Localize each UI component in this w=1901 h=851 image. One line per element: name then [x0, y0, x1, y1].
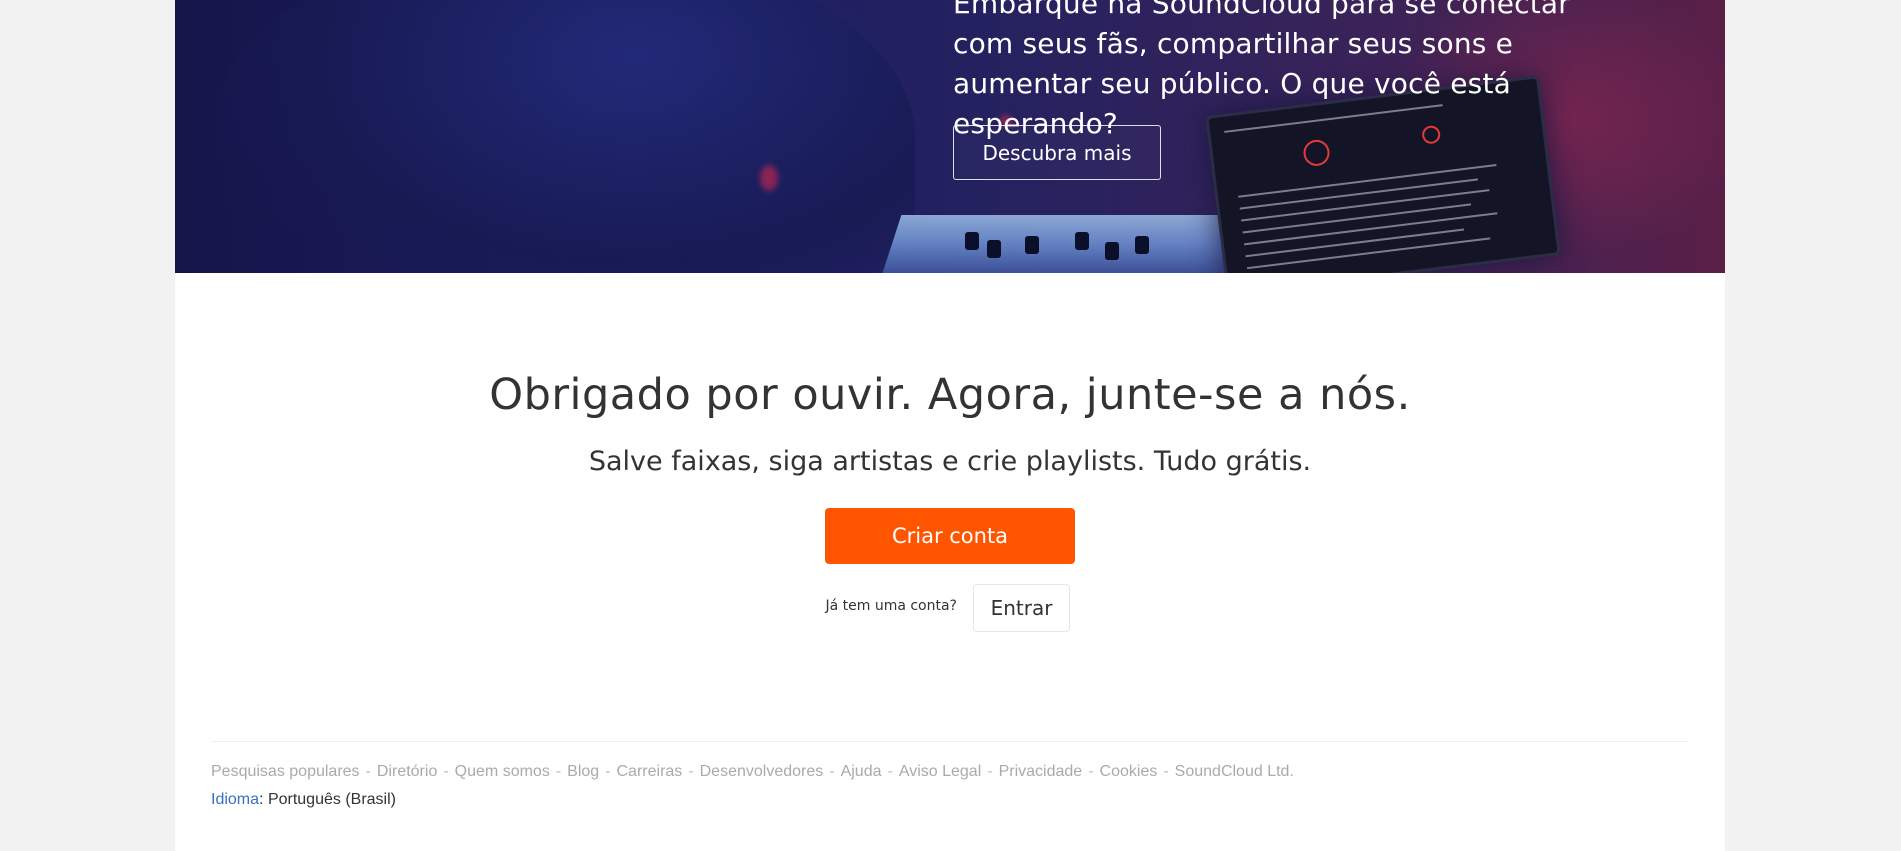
footer-separator: -: [443, 763, 449, 780]
language-value[interactable]: Português (Brasil): [268, 791, 396, 808]
signup-subtitle: Salve faixas, siga artistas e crie playl…: [588, 446, 1312, 477]
footer-link-popular-searches[interactable]: Pesquisas populares: [211, 763, 360, 780]
footer-separator: -: [605, 763, 611, 780]
footer-link-imprint[interactable]: SoundCloud Ltd.: [1175, 763, 1294, 780]
create-account-button[interactable]: Criar conta: [825, 508, 1075, 564]
footer-link-about-us[interactable]: Quem somos: [455, 763, 550, 780]
hero-mixer-knob: [1105, 242, 1119, 260]
hero-banner: Embarque na SoundCloud para se conectar …: [175, 0, 1725, 273]
footer-separator: -: [365, 763, 371, 780]
footer-divider: [211, 741, 1688, 742]
footer-link-legal[interactable]: Aviso Legal: [899, 763, 981, 780]
hero-background-person: [215, 0, 915, 273]
footer-separator: -: [555, 763, 562, 780]
language-label[interactable]: Idioma: [211, 791, 259, 808]
footer-separator: -: [987, 763, 993, 780]
footer-links: Pesquisas populares - Diretório - Quem som…: [211, 763, 1294, 781]
footer-separator: -: [1163, 763, 1169, 780]
footer-link-cookies[interactable]: Cookies: [1100, 763, 1158, 780]
signup-title: Obrigado por ouvir. Agora, junte-se a nó…: [489, 370, 1411, 420]
hero-description: Embarque na SoundCloud para se conectar …: [953, 0, 1570, 140]
page-container: Embarque na SoundCloud para se conectar …: [175, 0, 1725, 851]
hero-mixer-knob: [1075, 232, 1089, 250]
hero-mixer-knob: [1025, 236, 1039, 254]
sign-in-button[interactable]: Entrar: [973, 584, 1070, 632]
footer-separator: -: [829, 763, 835, 780]
hero-mixer-knob: [987, 240, 1001, 258]
hero-red-light: [760, 165, 778, 191]
footer-link-privacy[interactable]: Privacidade: [999, 763, 1083, 780]
footer-separator: -: [688, 763, 694, 780]
hero-mixer-knob: [1135, 236, 1149, 254]
footer-link-directory[interactable]: Diretório: [377, 763, 437, 780]
have-account-text: Já tem uma conta?: [825, 598, 957, 614]
footer-separator: -: [1088, 763, 1094, 780]
footer-link-developers[interactable]: Desenvolvedores: [700, 763, 824, 780]
language-colon: :: [259, 791, 264, 808]
footer-separator: -: [887, 763, 893, 780]
language-selector: Idioma: Português (Brasil): [211, 791, 396, 809]
discover-more-button[interactable]: Descubra mais: [953, 125, 1161, 180]
footer-link-careers[interactable]: Carreiras: [617, 763, 683, 780]
hero-mixer-knob: [965, 232, 979, 250]
footer-link-blog[interactable]: Blog: [567, 763, 599, 780]
footer-link-help[interactable]: Ajuda: [841, 763, 882, 780]
